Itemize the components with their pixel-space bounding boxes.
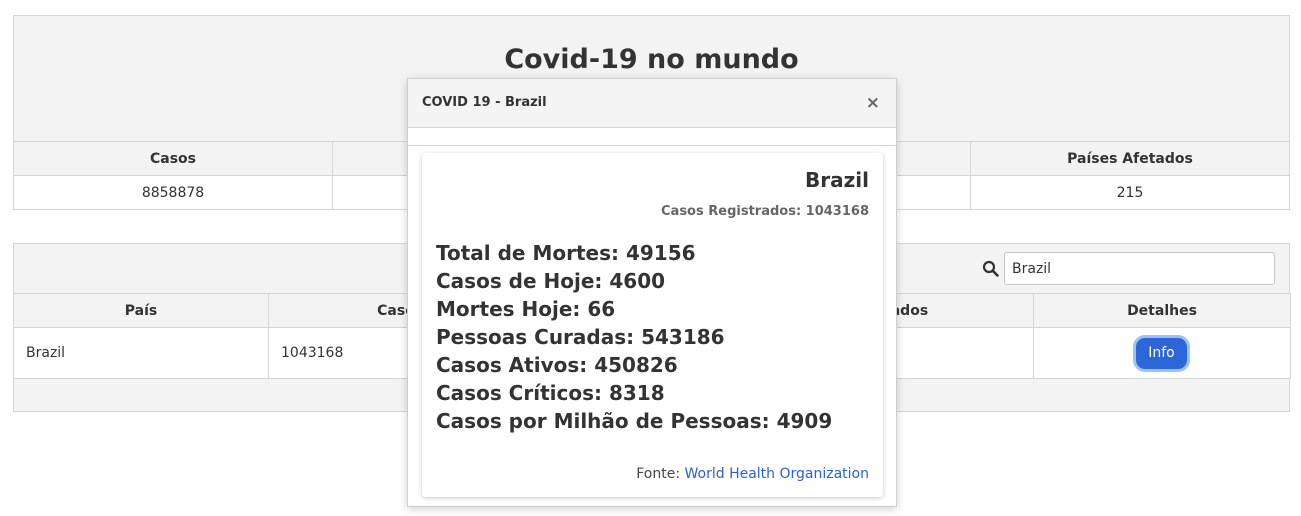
page-title: Covid-19 no mundo	[504, 44, 799, 75]
modal-title: COVID 19 - Brazil	[422, 95, 547, 110]
search-icon	[982, 260, 1000, 278]
stat-per-million: Casos por Milhão de Pessoas: 4909	[436, 409, 833, 433]
info-button[interactable]: Info	[1133, 334, 1190, 372]
source-line: Fonte: World Health Organization	[636, 466, 869, 482]
stat-cases-today: Casos de Hoje: 4600	[436, 269, 666, 293]
country-card: Brazil Casos Registrados: 1043168 Total …	[422, 153, 883, 497]
source-prefix: Fonte:	[636, 466, 685, 482]
stat-critical: Casos Críticos: 8318	[436, 381, 665, 405]
search-input[interactable]	[1004, 252, 1275, 285]
stat-recovered: Pessoas Curadas: 543186	[436, 325, 725, 349]
country-modal: COVID 19 - Brazil × Brazil Casos Registr…	[407, 78, 897, 507]
source-link[interactable]: World Health Organization	[685, 466, 870, 482]
close-icon[interactable]: ×	[866, 93, 880, 113]
cell-details: Info	[1033, 327, 1291, 379]
card-country-name: Brazil	[805, 168, 869, 192]
column-header-details: Detalhes	[1033, 293, 1291, 328]
summary-value-cases: 8858878	[13, 175, 333, 210]
stat-total-deaths: Total de Mortes: 49156	[436, 241, 696, 265]
modal-divider	[408, 128, 896, 146]
cell-country: Brazil	[13, 327, 269, 379]
card-registered-cases: Casos Registrados: 1043168	[661, 204, 869, 219]
search-bar	[982, 252, 1275, 285]
stat-active: Casos Ativos: 450826	[436, 353, 678, 377]
column-header-country[interactable]: País	[13, 293, 269, 328]
summary-header-countries: Países Afetados	[970, 141, 1290, 176]
stats-list: Total de Mortes: 49156 Casos de Hoje: 46…	[436, 239, 832, 435]
stat-deaths-today: Mortes Hoje: 66	[436, 297, 616, 321]
summary-header-cases: Casos	[13, 141, 333, 176]
summary-value-countries: 215	[970, 175, 1290, 210]
modal-header: COVID 19 - Brazil ×	[408, 79, 896, 128]
